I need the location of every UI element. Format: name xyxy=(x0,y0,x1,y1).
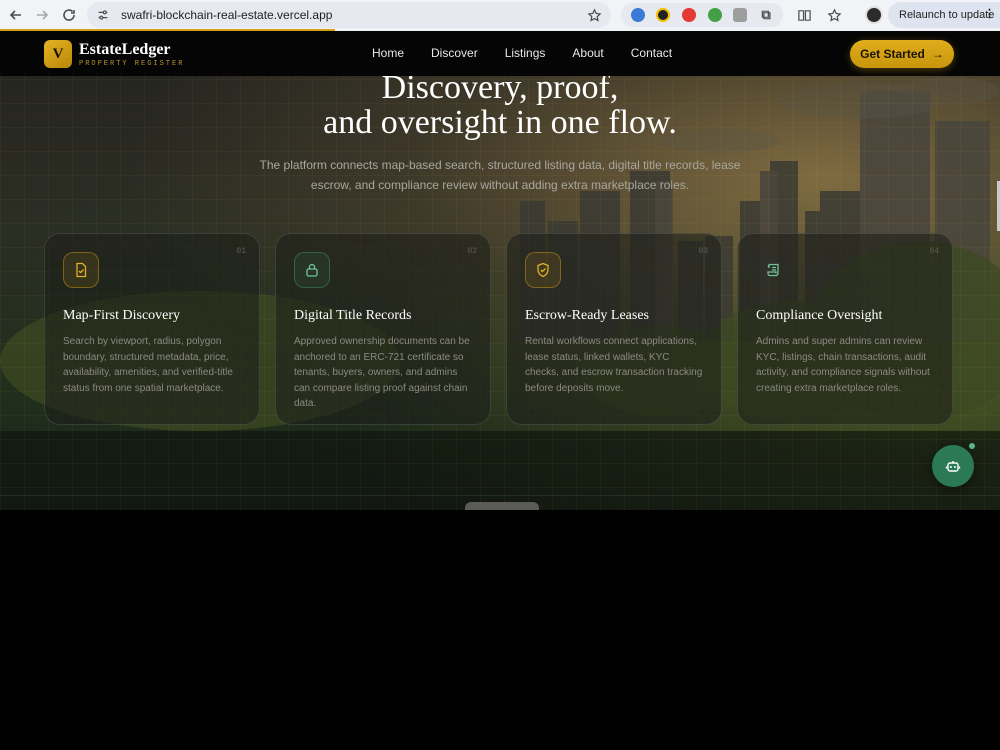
card-title: Escrow-Ready Leases xyxy=(525,308,650,323)
page-viewport: Discovery, proof, and oversight in one f… xyxy=(0,31,1000,510)
get-started-label: Get Started xyxy=(860,47,925,61)
feature-card-escrow-ready-leases[interactable]: 03 Escrow-Ready Leases Rental workflows … xyxy=(506,233,722,425)
card-description: Admins and super admins can review KYC, … xyxy=(756,336,930,394)
url-text[interactable]: swafri-blockchain-real-estate.vercel.app xyxy=(121,8,583,22)
section-divider xyxy=(0,495,1000,496)
address-bar[interactable]: swafri-blockchain-real-estate.vercel.app xyxy=(87,2,611,28)
card-number: 01 xyxy=(236,247,246,256)
reload-icon[interactable] xyxy=(57,3,81,27)
brand-tagline: PROPERTY REGISTER xyxy=(79,60,185,68)
hero-description: The platform connects map-based search, … xyxy=(259,158,741,192)
feature-card-map-first-discovery[interactable]: 01 Map-First Discovery Search by viewpor… xyxy=(44,233,260,425)
card-description: Rental workflows connect applications, l… xyxy=(525,336,703,394)
extensions-group: ⧉ xyxy=(621,3,783,27)
shield-check-icon xyxy=(525,252,561,288)
site-header: V EstateLedger PROPERTY REGISTER Home Di… xyxy=(0,31,1000,76)
feature-card-digital-title-records[interactable]: 02 Digital Title Records Approved owners… xyxy=(275,233,491,425)
logo-badge[interactable]: V xyxy=(44,40,72,68)
scroll-icon xyxy=(756,252,792,288)
card-title: Map-First Discovery xyxy=(63,308,181,323)
extension-3-icon[interactable] xyxy=(682,8,697,22)
brand-name[interactable]: EstateLedger xyxy=(79,41,171,59)
card-number: 03 xyxy=(698,247,708,256)
browser-toolbar: swafri-blockchain-real-estate.vercel.app… xyxy=(0,0,1000,31)
document-check-icon xyxy=(63,252,99,288)
card-number: 04 xyxy=(929,247,939,256)
nav-discover[interactable]: Discover xyxy=(431,46,478,60)
robot-icon xyxy=(945,461,961,472)
online-status-dot xyxy=(969,443,975,449)
bookmarks-icon[interactable] xyxy=(825,6,843,24)
extension-2-icon[interactable] xyxy=(656,8,671,22)
reading-mode-icon[interactable] xyxy=(795,6,813,24)
get-started-button[interactable]: Get Started → xyxy=(850,40,954,68)
scroll-handle[interactable] xyxy=(465,502,539,510)
profile-avatar[interactable] xyxy=(865,6,883,24)
card-title: Digital Title Records xyxy=(294,308,412,323)
arrow-right-icon: → xyxy=(931,47,944,61)
nav-about[interactable]: About xyxy=(572,46,603,60)
empty-black-area xyxy=(0,510,1000,750)
extension-1-icon[interactable] xyxy=(630,8,645,22)
extension-5-icon[interactable] xyxy=(733,8,748,22)
extension-4-icon[interactable] xyxy=(707,8,722,22)
nav-listings[interactable]: Listings xyxy=(505,46,546,60)
menu-dots-icon[interactable]: ⋮ xyxy=(984,7,995,20)
extensions-puzzle-icon[interactable]: ⧉ xyxy=(759,7,773,22)
site-settings-icon[interactable] xyxy=(95,7,111,23)
card-description: Approved ownership documents can be anch… xyxy=(294,336,470,409)
relaunch-button[interactable]: Relaunch to update ⋮ xyxy=(888,2,1000,28)
chat-assistant-button[interactable] xyxy=(932,445,974,487)
nav-contact[interactable]: Contact xyxy=(631,46,672,60)
feature-card-compliance-oversight[interactable]: 04 Compliance Oversight Admins and super… xyxy=(737,233,953,425)
card-description: Search by viewport, radius, polygon boun… xyxy=(63,336,233,394)
nav-home[interactable]: Home xyxy=(372,46,404,60)
back-icon[interactable] xyxy=(4,3,28,27)
relaunch-label: Relaunch to update xyxy=(899,9,995,21)
lock-icon xyxy=(294,252,330,288)
hero-title-line-2: and oversight in one flow. xyxy=(323,104,677,141)
main-nav: Home Discover Listings About Contact xyxy=(372,46,699,60)
card-number: 02 xyxy=(467,247,477,256)
card-title: Compliance Oversight xyxy=(756,308,883,323)
bookmark-star-icon[interactable] xyxy=(583,4,605,26)
forward-icon[interactable] xyxy=(30,3,54,27)
